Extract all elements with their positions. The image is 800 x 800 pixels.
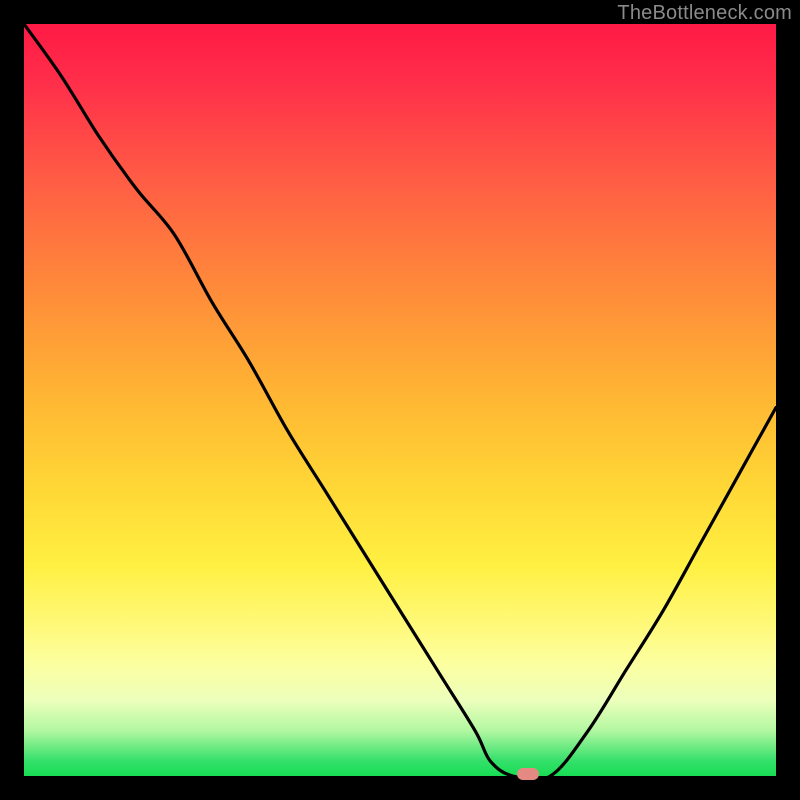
chart-frame: TheBottleneck.com — [0, 0, 800, 800]
plot-area — [24, 24, 776, 776]
watermark-text: TheBottleneck.com — [617, 2, 792, 25]
optimum-marker — [517, 768, 539, 780]
bottleneck-curve — [24, 24, 776, 776]
